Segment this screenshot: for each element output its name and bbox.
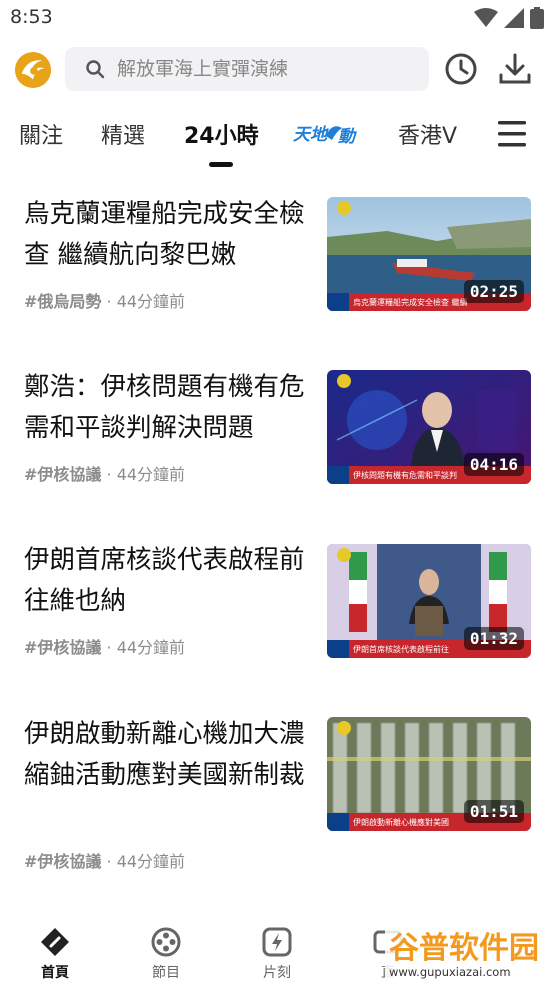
news-meta: #伊核協議 · 44分鐘前: [24, 634, 185, 658]
nav-home-label: 首頁: [41, 965, 69, 981]
news-title[interactable]: 伊朗首席核談代表啟程前往維也納: [24, 540, 306, 622]
news-time: · 44分鐘前: [106, 852, 186, 871]
status-bar: 8:53: [0, 0, 554, 36]
news-meta: #伊核協議 · 44分鐘前: [24, 848, 185, 872]
tab-24h-label: 24小時: [184, 124, 259, 149]
news-meta: #伊核協議 · 44分鐘前: [24, 461, 185, 485]
nav-programs-label: 節目: [152, 965, 180, 981]
watermark-name: 谷普软件园: [389, 931, 539, 966]
battery-icon: [530, 7, 544, 29]
thumb-caption: 伊朗啟動新離心機應對美國: [353, 817, 449, 827]
nav-moments-label: 片刻: [263, 965, 291, 981]
news-title[interactable]: 鄭浩：伊核問題有機有危 需和平談判解決問題: [24, 367, 306, 449]
news-title[interactable]: 烏克蘭運糧船完成安全檢查 繼續航向黎巴嫩: [24, 194, 306, 276]
news-tag[interactable]: #俄烏局勢: [24, 292, 101, 311]
news-tag[interactable]: #伊核協議: [24, 638, 101, 657]
video-duration: 01:51: [463, 800, 524, 823]
search-icon: [86, 60, 105, 79]
status-icons: [474, 7, 544, 29]
tab-24h[interactable]: 24小時: [184, 118, 259, 167]
tab-featured[interactable]: 精選: [101, 118, 145, 150]
news-meta: #俄烏局勢 · 44分鐘前: [24, 288, 185, 312]
channel-tabs: 關注 精選 24小時 香港V: [0, 112, 554, 167]
tab-hongkong-v[interactable]: 香港V: [398, 118, 457, 150]
news-title[interactable]: 伊朗啟動新離心機加大濃縮鈾活動應對美國新制裁: [24, 714, 306, 796]
ifeng-logo-icon[interactable]: [14, 51, 52, 89]
video-duration: 01:32: [463, 627, 524, 650]
lightning-icon: [262, 927, 292, 957]
status-time: 8:53: [10, 6, 53, 28]
thumb-caption: 烏克蘭運糧船完成安全檢查 繼續: [353, 297, 468, 307]
nav-programs[interactable]: 節目: [126, 918, 206, 982]
news-time: · 44分鐘前: [106, 292, 186, 311]
thumb-caption: 伊朗首席核談代表啟程前往: [353, 644, 449, 654]
tab-tiandi-logo[interactable]: 天地 動: [292, 116, 364, 150]
menu-icon[interactable]: [497, 118, 527, 150]
svg-text:動: 動: [338, 127, 357, 147]
video-duration: 04:16: [463, 453, 524, 476]
download-icon[interactable]: [497, 51, 533, 87]
news-tag[interactable]: #伊核協議: [24, 852, 101, 871]
news-thumbnail[interactable]: 伊朗啟動新離心機應對美國 01:51: [327, 717, 531, 831]
home-icon: [41, 928, 69, 956]
video-duration: 02:25: [463, 280, 524, 303]
news-time: · 44分鐘前: [106, 638, 186, 657]
film-reel-icon: [151, 927, 181, 957]
active-tab-indicator: [209, 162, 234, 167]
news-thumbnail[interactable]: 烏克蘭運糧船完成安全檢查 繼續 02:25: [327, 197, 531, 311]
tab-follow[interactable]: 關注: [19, 118, 63, 150]
news-thumbnail[interactable]: 伊朗首席核談代表啟程前往 01:32: [327, 544, 531, 658]
svg-text:天地: 天地: [293, 125, 329, 145]
news-thumbnail[interactable]: 伊核問題有機有危需和平談判 04:16: [327, 370, 531, 484]
search-bar[interactable]: [65, 47, 429, 91]
wifi-icon: [474, 8, 498, 27]
thumb-caption: 伊核問題有機有危需和平談判: [353, 470, 457, 480]
history-icon[interactable]: [444, 52, 478, 86]
nav-moments[interactable]: 片刻: [237, 918, 317, 982]
search-input[interactable]: [115, 57, 419, 81]
signal-icon: [504, 8, 524, 28]
nav-home[interactable]: 首頁: [15, 918, 95, 982]
news-tag[interactable]: #伊核協議: [24, 465, 101, 484]
watermark-url: www.gupuxiazai.com: [389, 965, 511, 979]
watermark-logo: 谷普软件园 www.gupuxiazai.com: [385, 926, 554, 984]
news-time: · 44分鐘前: [106, 465, 186, 484]
